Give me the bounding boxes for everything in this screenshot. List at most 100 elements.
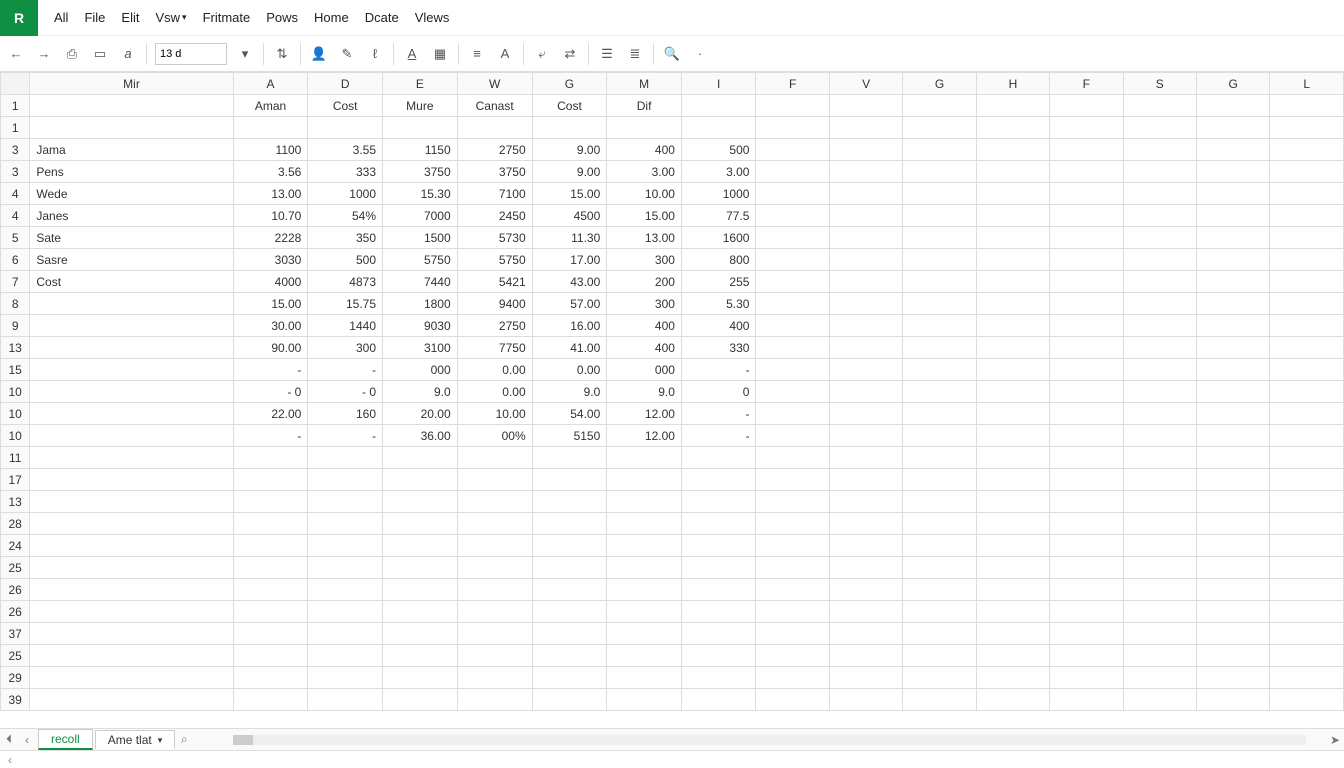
cell[interactable]: [756, 315, 829, 337]
cell[interactable]: 1150: [383, 139, 458, 161]
cell[interactable]: [1123, 249, 1196, 271]
column-header[interactable]: G: [532, 73, 607, 95]
cell[interactable]: [1270, 161, 1344, 183]
cell[interactable]: -: [681, 425, 756, 447]
cell[interactable]: [756, 689, 829, 711]
brush-icon[interactable]: ✎: [337, 44, 357, 64]
cell[interactable]: [1270, 425, 1344, 447]
cell[interactable]: [30, 469, 233, 491]
sheet-tab-active[interactable]: recoll: [38, 729, 93, 750]
cell[interactable]: [1050, 161, 1123, 183]
cell[interactable]: [1270, 579, 1344, 601]
cell[interactable]: [756, 535, 829, 557]
cell[interactable]: [976, 557, 1049, 579]
column-header[interactable]: D: [308, 73, 383, 95]
cell[interactable]: 9400: [457, 293, 532, 315]
cell[interactable]: [383, 601, 458, 623]
cell[interactable]: [756, 227, 829, 249]
cell[interactable]: Dif: [607, 95, 682, 117]
row-header[interactable]: 7: [1, 271, 30, 293]
cell[interactable]: [532, 469, 607, 491]
cell[interactable]: 1600: [681, 227, 756, 249]
cell[interactable]: [308, 601, 383, 623]
cell[interactable]: [607, 667, 682, 689]
cell[interactable]: [1196, 469, 1269, 491]
cell[interactable]: 800: [681, 249, 756, 271]
cell[interactable]: Wede: [30, 183, 233, 205]
cell[interactable]: 0.00: [457, 359, 532, 381]
row-header[interactable]: 17: [1, 469, 30, 491]
cell[interactable]: [976, 139, 1049, 161]
cell[interactable]: [457, 579, 532, 601]
cell[interactable]: [756, 447, 829, 469]
cell[interactable]: [1050, 403, 1123, 425]
cell[interactable]: [756, 513, 829, 535]
cell[interactable]: [30, 381, 233, 403]
cell[interactable]: 7750: [457, 337, 532, 359]
cell[interactable]: [1196, 689, 1269, 711]
cell[interactable]: [30, 667, 233, 689]
cell[interactable]: 3750: [457, 161, 532, 183]
cell[interactable]: [756, 469, 829, 491]
cell[interactable]: 2228: [233, 227, 308, 249]
cell[interactable]: 22.00: [233, 403, 308, 425]
horizontal-scrollbar[interactable]: [233, 735, 1306, 745]
cell[interactable]: [1196, 293, 1269, 315]
cell[interactable]: [383, 689, 458, 711]
cell[interactable]: [233, 601, 308, 623]
row-header[interactable]: 1: [1, 95, 30, 117]
cell[interactable]: [756, 249, 829, 271]
cell[interactable]: [903, 601, 976, 623]
cell[interactable]: 1000: [681, 183, 756, 205]
cell[interactable]: [308, 623, 383, 645]
cell[interactable]: 36.00: [383, 425, 458, 447]
tab-first-icon[interactable]: ⏴: [0, 732, 18, 747]
cell[interactable]: 0.00: [457, 381, 532, 403]
cell[interactable]: [829, 535, 902, 557]
cell[interactable]: [1196, 535, 1269, 557]
cell[interactable]: Canast: [457, 95, 532, 117]
cell[interactable]: [1050, 249, 1123, 271]
cell[interactable]: [30, 645, 233, 667]
cell[interactable]: [903, 183, 976, 205]
cell[interactable]: [607, 623, 682, 645]
font-size-input[interactable]: [155, 43, 227, 65]
cell[interactable]: [457, 601, 532, 623]
cell[interactable]: [976, 161, 1049, 183]
column-header[interactable]: Mir: [30, 73, 233, 95]
cell[interactable]: [383, 645, 458, 667]
cell[interactable]: [457, 557, 532, 579]
cell[interactable]: -: [233, 425, 308, 447]
cell[interactable]: 200: [607, 271, 682, 293]
menu-file[interactable]: File: [84, 10, 105, 25]
cell[interactable]: [976, 249, 1049, 271]
cell[interactable]: [1270, 227, 1344, 249]
cell[interactable]: [829, 249, 902, 271]
column-header[interactable]: V: [829, 73, 902, 95]
cell[interactable]: - 0: [233, 381, 308, 403]
cell[interactable]: -: [681, 403, 756, 425]
cell[interactable]: [681, 469, 756, 491]
cell[interactable]: 7440: [383, 271, 458, 293]
cell[interactable]: [976, 425, 1049, 447]
cell[interactable]: [233, 645, 308, 667]
cell[interactable]: [1123, 403, 1196, 425]
cell[interactable]: [1270, 513, 1344, 535]
cell[interactable]: [607, 557, 682, 579]
cell[interactable]: [976, 601, 1049, 623]
cell[interactable]: 400: [607, 139, 682, 161]
row-header[interactable]: 5: [1, 227, 30, 249]
cell[interactable]: 15.75: [308, 293, 383, 315]
cell[interactable]: [1196, 117, 1269, 139]
cell[interactable]: [903, 425, 976, 447]
cell[interactable]: [756, 139, 829, 161]
cell[interactable]: [756, 601, 829, 623]
cell[interactable]: [829, 183, 902, 205]
column-header[interactable]: I: [681, 73, 756, 95]
cell[interactable]: [1270, 139, 1344, 161]
cell[interactable]: [233, 667, 308, 689]
cell[interactable]: 54.00: [532, 403, 607, 425]
cell[interactable]: [1050, 117, 1123, 139]
cell[interactable]: [1123, 227, 1196, 249]
cell[interactable]: [308, 689, 383, 711]
